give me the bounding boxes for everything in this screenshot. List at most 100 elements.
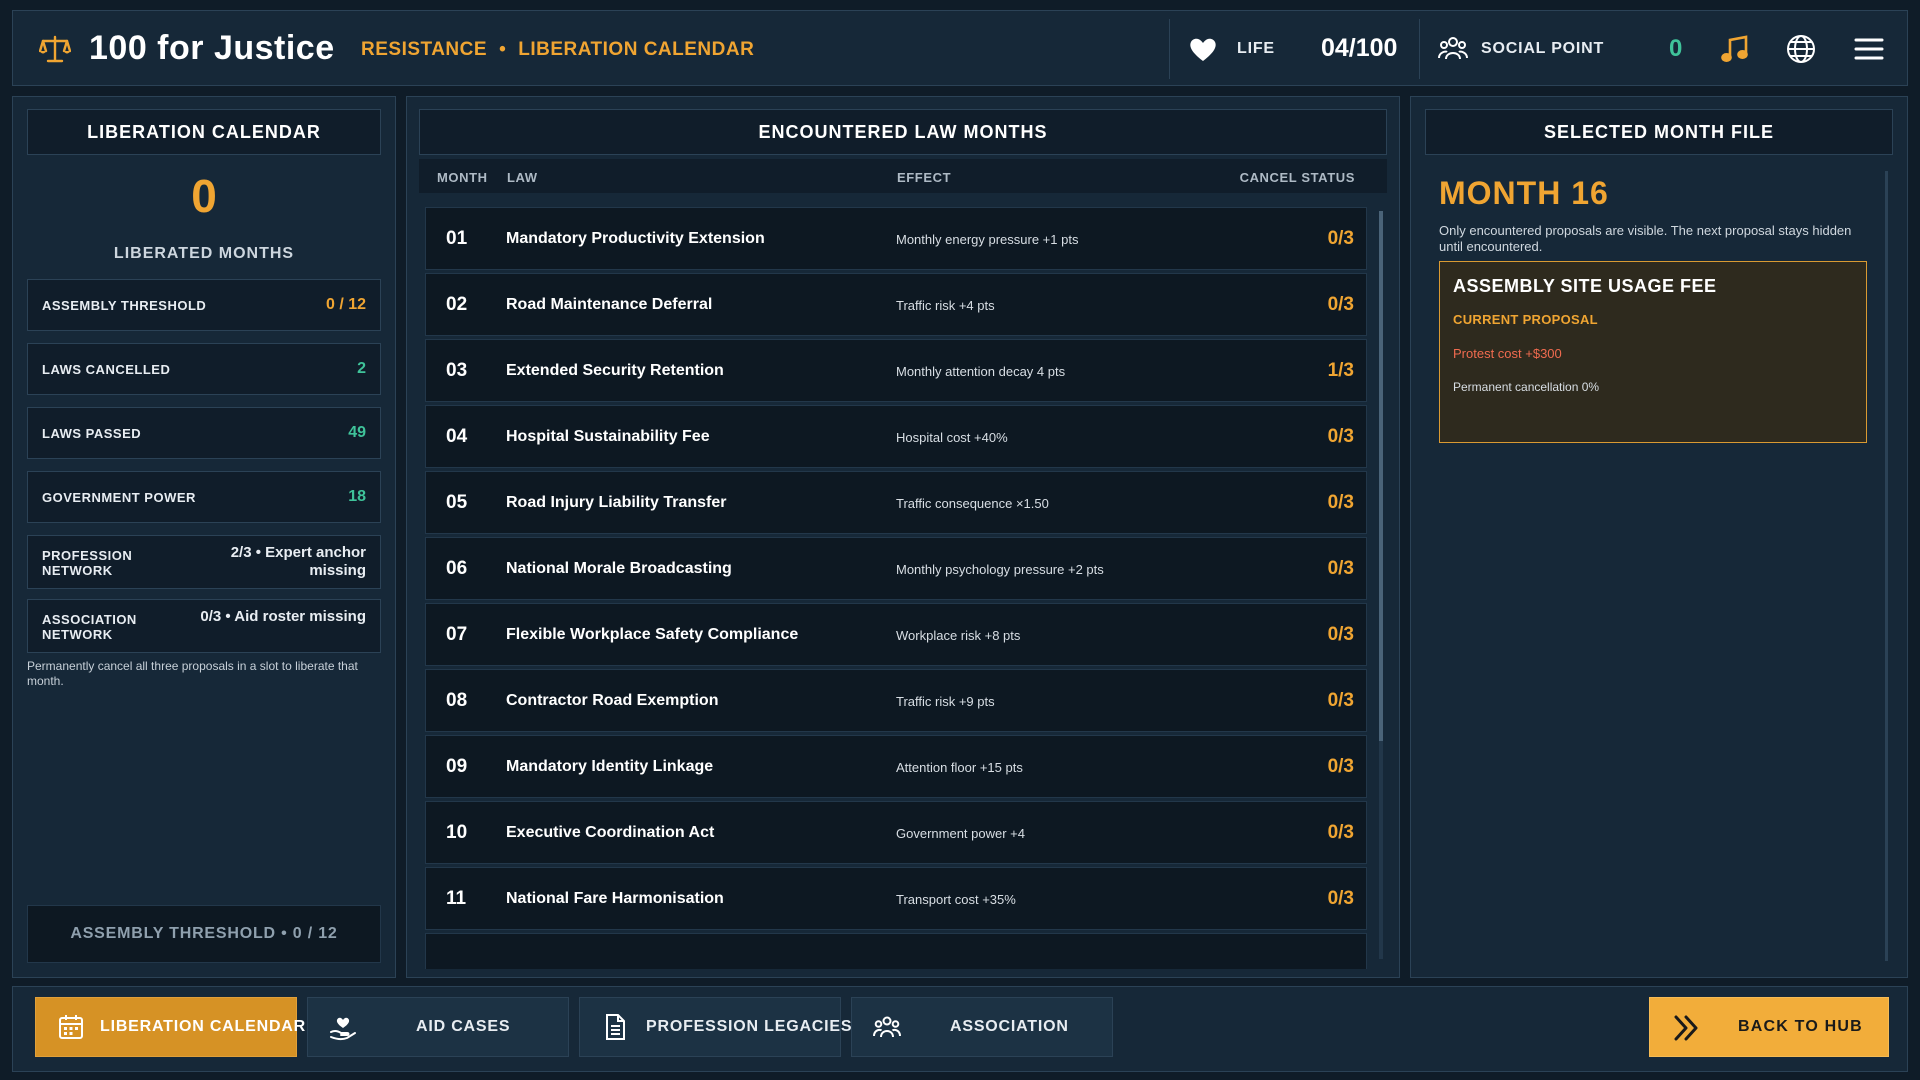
stat-value: 0/3 • Aid roster missing [200,608,366,625]
liberation-hint: Permanently cancel all three proposals i… [27,659,358,688]
law-row[interactable]: 08 Contractor Road Exemption Traffic risk … [425,669,1367,732]
tab-aid-cases[interactable]: AID CASES [307,997,569,1057]
tab-association[interactable]: ASSOCIATION [851,997,1113,1057]
law-effect: Monthly attention decay 4 pts [896,364,1066,379]
law-month-number: 01 [446,228,468,249]
law-name: Hospital Sustainability Fee [506,428,710,445]
calendar-icon [59,1015,83,1039]
law-effect: Attention floor +15 pts [896,760,1023,775]
law-name: Road Maintenance Deferral [506,296,713,313]
law-month-number: 06 [446,558,468,579]
stat-label: PROFESSION NETWORK [42,548,133,578]
tab-label: PROFESSION LEGACIES [646,1018,853,1035]
globe-icon[interactable] [1785,33,1817,65]
stat-label: LAWS PASSED [42,426,142,441]
life-value: 04/100 [1321,34,1398,62]
tab-label: ASSOCIATION [950,1018,1069,1035]
law-row[interactable]: 09 Mandatory Identity Linkage Attention fl… [425,735,1367,798]
law-row[interactable]: 06 National Morale Broadcasting Monthly ps… [425,537,1367,600]
law-month-number: 11 [446,888,467,909]
law-row[interactable]: 03 Extended Security Retention Monthly att… [425,339,1367,402]
law-list[interactable]: 01 Mandatory Productivity Extension Monthl… [425,207,1367,969]
law-row[interactable] [425,933,1367,969]
law-cancel-status: 0/3 [1327,426,1354,447]
back-to-hub-button[interactable]: BACK TO HUB [1649,997,1889,1057]
law-row[interactable]: 05 Road Injury Liability Transfer Traffic … [425,471,1367,534]
social-point-label: SOCIAL POINT [1481,40,1605,57]
col-effect: EFFECT [897,170,952,185]
stat-label: GOVERNMENT POWER [42,490,196,505]
stat-value: 18 [348,488,366,505]
stat-label: ASSEMBLY THRESHOLD [42,298,207,313]
selected-month-title: MONTH 16 [1439,175,1609,211]
stat-label: LAWS CANCELLED [42,362,171,377]
law-effect: Monthly energy pressure +1 pts [896,232,1079,247]
law-list-scrollbar[interactable] [1379,211,1383,959]
law-cancel-status: 0/3 [1327,690,1354,711]
law-months-panel: ENCOUNTERED LAW MONTHS MONTH LAW EFFECT … [406,96,1400,978]
stat-laws-cancelled: LAWS CANCELLED 2 [27,343,381,395]
law-row[interactable]: 10 Executive Coordination Act Government p… [425,801,1367,864]
law-month-number: 03 [446,360,468,381]
proposal-cost: Protest cost +$300 [1453,346,1562,361]
tab-liberation-calendar[interactable]: LIBERATION CALENDAR [35,997,305,1057]
col-month: MONTH [437,170,488,185]
law-effect: Traffic consequence ×1.50 [896,496,1049,511]
law-name: Road Injury Liability Transfer [506,494,727,511]
law-month-number: 04 [446,426,468,447]
law-row[interactable]: 02 Road Maintenance Deferral Traffic risk … [425,273,1367,336]
social-group-icon [1438,37,1468,60]
law-cancel-status: 0/3 [1327,822,1354,843]
table-header: MONTH LAW EFFECT CANCEL STATUS [419,159,1387,193]
stat-value: 0 / 12 [325,296,366,313]
stat-government-power: GOVERNMENT POWER 18 [27,471,381,523]
law-month-number: 09 [446,756,468,777]
scrollbar-thumb[interactable] [1379,211,1383,741]
law-cancel-status: 0/3 [1327,888,1354,909]
law-cancel-status: 0/3 [1327,558,1354,579]
breadcrumb: RESISTANCE • LIBERATION CALENDAR [361,39,754,61]
assembly-threshold-footer: ASSEMBLY THRESHOLD • 0 / 12 [27,905,381,963]
breadcrumb-separator: • [499,39,507,60]
law-cancel-status: 0/3 [1327,294,1354,315]
law-row[interactable]: 11 National Fare Harmonisation Transport c… [425,867,1367,930]
law-name: Contractor Road Exemption [506,692,719,709]
selected-month-scrollbar[interactable] [1885,171,1888,961]
tab-profession-legacies[interactable]: PROFESSION LEGACIES [579,997,852,1057]
panel-title: SELECTED MONTH FILE [1425,109,1893,155]
stat-assembly-threshold: ASSEMBLY THRESHOLD 0 / 12 [27,279,381,331]
proposal-title: ASSEMBLY SITE USAGE FEE [1453,276,1717,296]
social-point-value: 0 [1669,35,1683,62]
law-month-number: 10 [446,822,468,843]
heart-icon [1190,38,1216,61]
stat-laws-passed: LAWS PASSED 49 [27,407,381,459]
law-month-number: 07 [446,624,468,645]
stat-value: 2/3 • Expert anchor missing [230,544,366,579]
back-to-hub-label: BACK TO HUB [1738,1018,1863,1035]
stat-value: 49 [348,424,366,441]
law-cancel-status: 0/3 [1327,228,1354,249]
proposal-card[interactable]: ASSEMBLY SITE USAGE FEE CURRENT PROPOSAL… [1439,261,1867,443]
law-row[interactable]: 01 Mandatory Productivity Extension Monthl… [425,207,1367,270]
tab-label: AID CASES [416,1018,511,1035]
breadcrumb-resistance[interactable]: RESISTANCE [361,39,487,60]
stat-profession-network: PROFESSION NETWORK 2/3 • Expert anchor m… [27,535,381,589]
stat-value: 2 [357,360,366,377]
law-row[interactable]: 07 Flexible Workplace Safety Compliance Wo… [425,603,1367,666]
panel-title: ENCOUNTERED LAW MONTHS [419,109,1387,155]
liberated-months-count: 0 [191,170,217,222]
law-name: Flexible Workplace Safety Compliance [506,626,799,643]
law-effect: Government power +4 [896,826,1025,841]
law-month-number: 05 [446,492,468,513]
top-bar: 100 for Justice RESISTANCE • LIBERATION CA… [12,10,1908,86]
law-effect: Hospital cost +40% [896,430,1008,445]
law-cancel-status: 0/3 [1327,492,1354,513]
col-law: LAW [507,170,538,185]
liberation-summary-panel: LIBERATION CALENDAR 0 LIBERATED MONTHS A… [12,96,396,978]
law-row[interactable]: 04 Hospital Sustainability Fee Hospital co… [425,405,1367,468]
stat-label: ASSOCIATION NETWORK [42,612,137,642]
group-icon [873,1016,901,1038]
menu-icon[interactable] [1853,33,1885,65]
music-icon[interactable] [1719,33,1751,65]
header-divider [1419,19,1420,79]
